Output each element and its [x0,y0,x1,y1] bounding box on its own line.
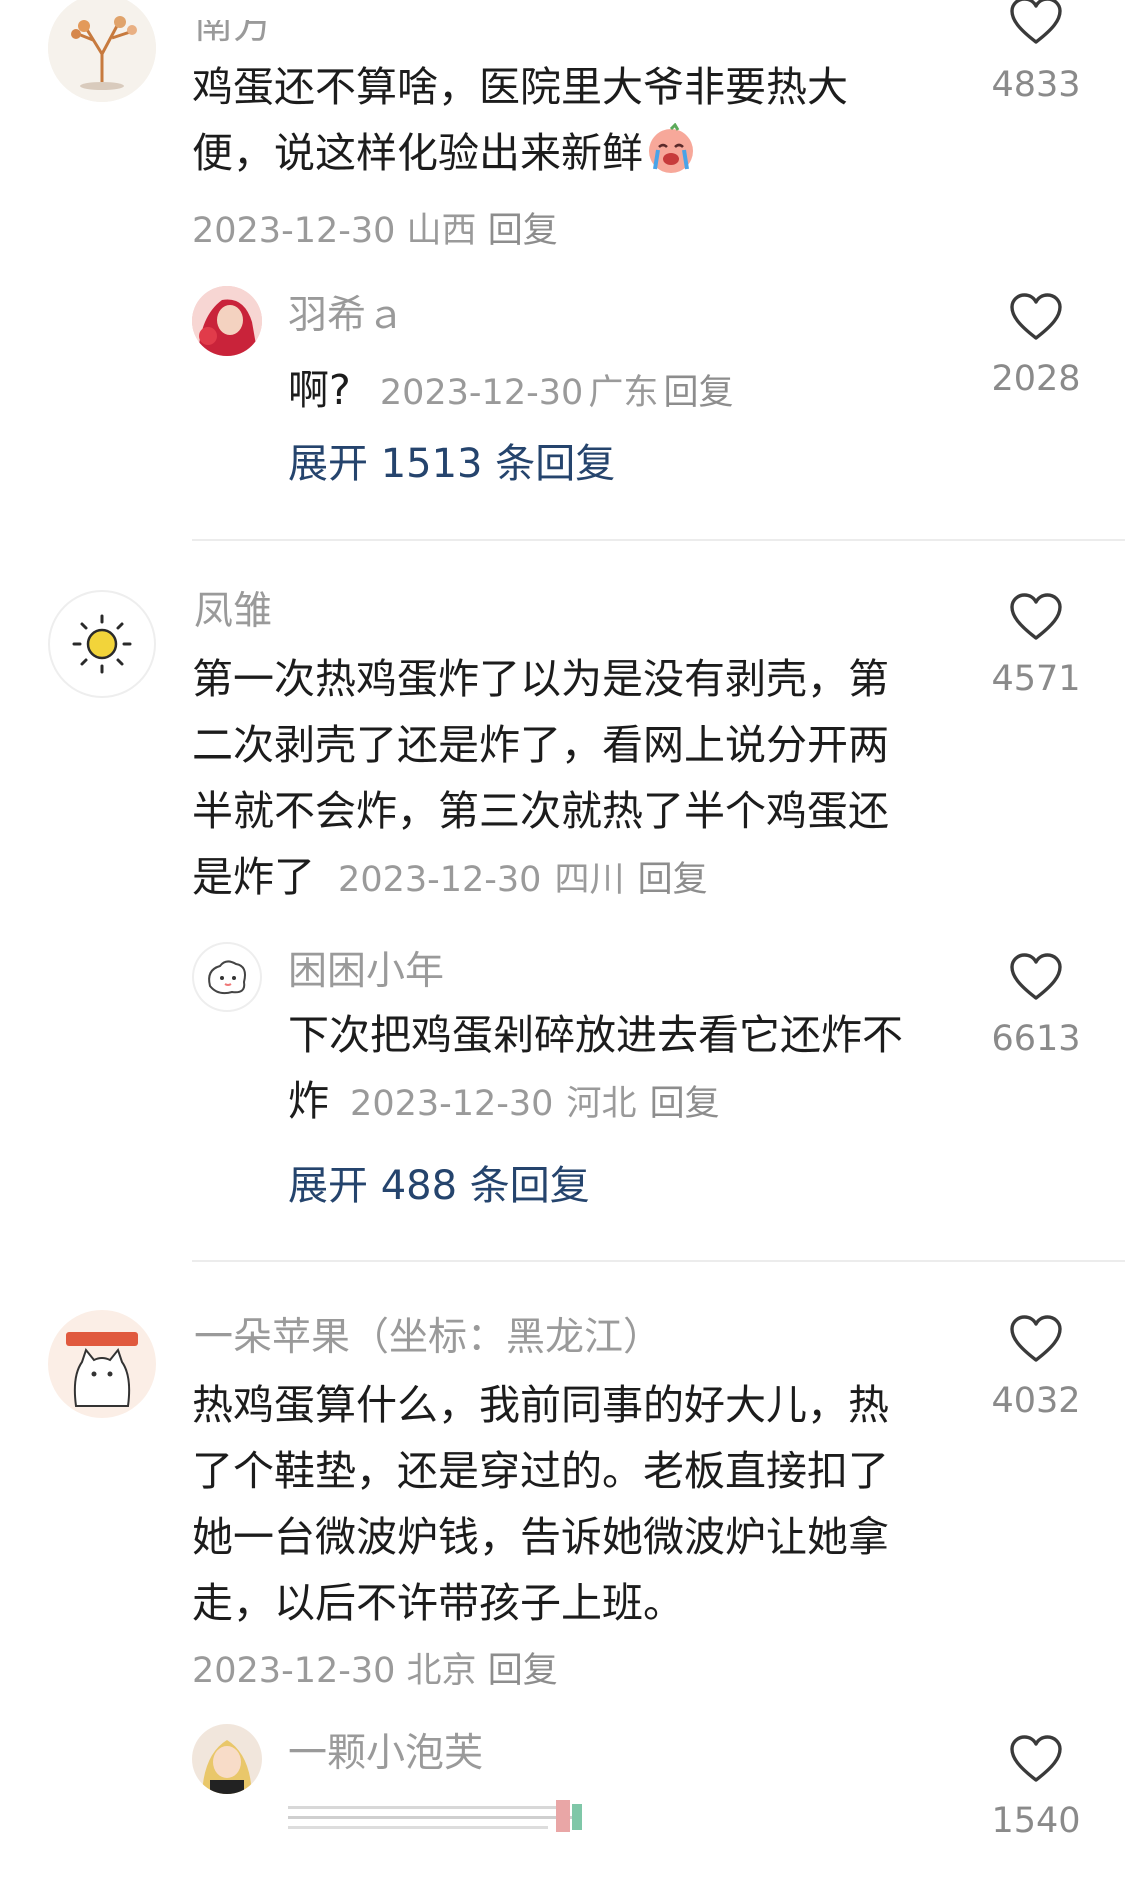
like-count: 4833 [991,65,1081,105]
avatar[interactable] [48,1310,156,1418]
comment-text-line: 半就不会炸，第三次就热了半个鸡蛋还 [192,787,889,835]
reply-body: 啊? 2023-12-30 广东 回复 [288,356,733,416]
avatar[interactable] [48,0,156,102]
heart-icon [1009,292,1063,342]
comment-text-last-line: 是炸了 2023-12-30 四川 回复 [192,844,952,913]
comment-text-line: 第一次热鸡蛋炸了以为是没有剥壳，第 [192,655,889,703]
reply-location: 广东 [588,373,659,413]
reply-avatar[interactable] [192,286,262,356]
heart-icon [1009,1314,1063,1364]
like-count: 4571 [991,659,1081,699]
comment-text-content: 鸡蛋还不算啥，医院里大爷非要热大便，说这样化验出来新鲜 [192,63,848,177]
reply-text-placeholder [288,1800,598,1834]
comment-text-line: 走，以后不许带孩子上班。 [192,1579,684,1627]
reply-avatar[interactable] [192,942,262,1012]
avatar[interactable] [48,590,156,698]
comment-username[interactable]: 凤雏 [194,592,272,631]
comment-text-line: 是炸了 [192,853,315,901]
comment-location: 山西 [406,211,477,251]
reply-button[interactable]: 回复 [488,1651,558,1691]
comment-username[interactable]: 南方 [194,20,272,45]
comment-location: 四川 [554,860,625,900]
reply-username[interactable]: 一颗小泡芙 [288,1734,483,1773]
reply-text-last-line: 炸 2023-12-30 河北 回复 [288,1068,968,1137]
like-button[interactable]: 4571 [976,580,1096,700]
reply-username[interactable]: 羽希ａ [288,296,405,335]
heart-icon [1009,952,1063,1002]
reply-like-button[interactable]: 1540 [976,1722,1096,1842]
reply-button[interactable]: 回复 [488,211,558,251]
reply-like-button[interactable]: 2028 [976,280,1096,400]
comment-text: 第一次热鸡蛋炸了以为是没有剥壳，第 二次剥壳了还是炸了，看网上说分开两 半就不会… [192,646,952,913]
reply-reply-button[interactable]: 回复 [663,373,733,413]
like-count: 1540 [991,1801,1081,1841]
heart-icon [1009,0,1063,46]
expand-replies-link[interactable]: 展开 488 条回复 [288,1166,590,1206]
comment-date: 2023-12-30 [338,860,542,900]
comment-date: 2023-12-30 [192,1651,396,1691]
comment-meta: 2023-12-30 山西 回复 [192,202,558,253]
reply-location: 河北 [566,1084,637,1124]
reply-text-line: 炸 [288,1077,329,1125]
reply-reply-button[interactable]: 回复 [650,1084,720,1124]
crying-face-emoji-icon [645,122,697,175]
reply-avatar[interactable] [192,1724,262,1794]
comment-text-line: 她一台微波炉钱，告诉她微波炉让她拿 [192,1513,889,1561]
reply-text: 啊? [288,366,351,414]
reply-text: 下次把鸡蛋剁碎放进去看它还炸不 炸 2023-12-30 河北 回复 [288,1002,968,1137]
divider [192,1260,1125,1262]
like-button[interactable]: 4032 [976,1302,1096,1422]
divider [192,539,1125,541]
reply-date: 2023-12-30 [350,1084,554,1124]
comment-location: 北京 [406,1651,477,1691]
comment-text: 热鸡蛋算什么，我前同事的好大儿，热 了个鞋垫，还是穿过的。老板直接扣了 她一台微… [192,1372,952,1636]
like-count: 6613 [991,1019,1081,1059]
like-count: 4032 [991,1381,1081,1421]
comment-text-line: 二次剥壳了还是炸了，看网上说分开两 [192,721,889,769]
like-button[interactable]: 4833 [976,0,1096,104]
heart-icon [1009,592,1063,642]
comment-text: 鸡蛋还不算啥，医院里大爷非要热大便，说这样化验出来新鲜 [192,54,892,186]
reply-text-line: 下次把鸡蛋剁碎放进去看它还炸不 [288,1011,903,1059]
reply-date: 2023-12-30 [379,373,584,413]
comment-item: 南方 鸡蛋还不算啥，医院里大爷非要热大便，说这样化验出来新鲜 2023-12-3… [0,0,1125,484]
reply-like-button[interactable]: 6613 [976,940,1096,1060]
comment-text-line: 热鸡蛋算什么，我前同事的好大儿，热 [192,1381,889,1429]
comment-text-line: 了个鞋垫，还是穿过的。老板直接扣了 [192,1447,889,1495]
comment-meta: 2023-12-30 北京 回复 [192,1642,558,1693]
comment-username[interactable]: 一朵苹果（坐标：黑龙江） [194,1318,662,1357]
like-count: 2028 [991,359,1081,399]
comment-date: 2023-12-30 [192,211,396,251]
expand-replies-link[interactable]: 展开 1513 条回复 [288,444,615,484]
reply-button[interactable]: 回复 [638,860,708,900]
heart-icon [1009,1734,1063,1784]
reply-username[interactable]: 困困小年 [288,952,444,991]
